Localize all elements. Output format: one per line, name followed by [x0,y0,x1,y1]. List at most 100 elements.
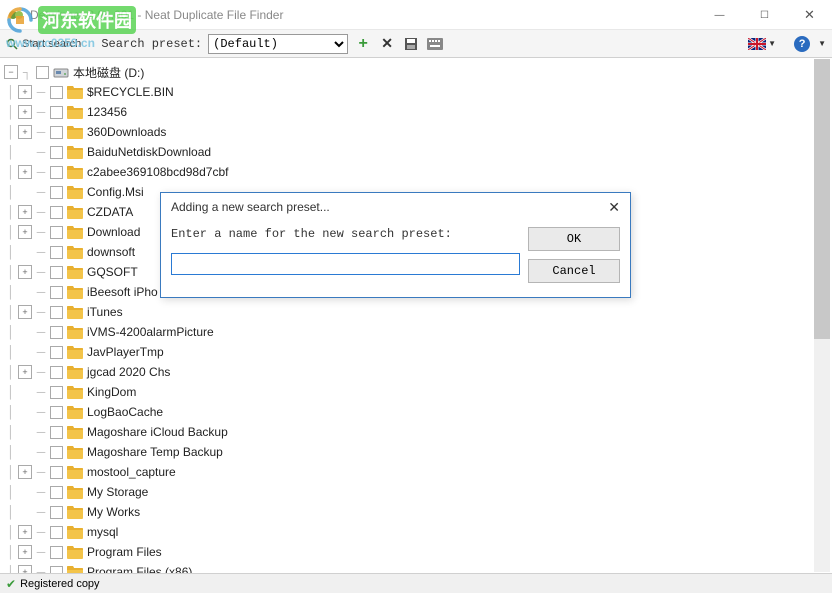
expand-icon[interactable] [18,385,32,399]
checkbox[interactable] [50,146,63,159]
checkbox[interactable] [50,546,63,559]
folder-icon [67,226,83,239]
tree-item[interactable]: │+─123456 [0,102,832,122]
preset-name-input[interactable] [171,253,520,275]
expand-icon[interactable]: + [18,125,32,139]
expand-icon[interactable] [18,245,32,259]
scrollbar-thumb[interactable] [814,59,830,339]
expand-icon[interactable] [18,405,32,419]
checkbox[interactable] [50,226,63,239]
checkbox[interactable] [50,446,63,459]
start-search-button[interactable]: Start search [6,38,81,50]
expand-icon[interactable]: + [18,205,32,219]
tree-item[interactable]: │─BaiduNetdiskDownload [0,142,832,162]
expand-icon[interactable]: + [18,365,32,379]
minimize-button[interactable]: — [697,0,742,30]
expand-icon[interactable] [18,425,32,439]
expand-icon[interactable]: + [18,565,32,573]
cancel-button[interactable]: Cancel [528,259,620,283]
checkbox[interactable] [50,246,63,259]
vertical-scrollbar[interactable] [814,59,830,572]
expand-icon[interactable]: + [18,105,32,119]
tree-item[interactable]: │+─Program Files (x86) [0,562,832,573]
checkbox[interactable] [50,106,63,119]
checkbox[interactable] [50,266,63,279]
ok-button[interactable]: OK [528,227,620,251]
drive-icon [53,65,69,79]
checkbox[interactable] [50,506,63,519]
tree-item[interactable]: │─KingDom [0,382,832,402]
collapse-icon[interactable]: − [4,65,18,79]
checkbox[interactable] [50,306,63,319]
tree-item[interactable]: │+─mysql [0,522,832,542]
checkbox[interactable] [50,186,63,199]
delete-preset-button[interactable]: ✕ [378,35,396,53]
language-button[interactable]: ▼ [748,38,776,50]
window-controls: — ☐ ✕ [697,0,832,30]
tree-item-label: c2abee369108bcd98d7cbf [87,165,228,179]
chevron-down-icon: ▼ [768,39,776,48]
close-button[interactable]: ✕ [787,0,832,30]
folder-icon [67,406,83,419]
expand-icon[interactable]: + [18,165,32,179]
tree-item[interactable]: │─My Works [0,502,832,522]
expand-icon[interactable] [18,485,32,499]
expand-icon[interactable] [18,445,32,459]
checkbox[interactable] [50,86,63,99]
tree-item[interactable]: │─iVMS-4200alarmPicture [0,322,832,342]
checkbox[interactable] [50,526,63,539]
checkbox[interactable] [50,286,63,299]
tree-item[interactable]: │+─c2abee369108bcd98d7cbf [0,162,832,182]
checkbox[interactable] [50,426,63,439]
checkbox[interactable] [50,466,63,479]
save-button[interactable] [402,35,420,53]
tree-item[interactable]: │+─Program Files [0,542,832,562]
expand-icon[interactable] [18,505,32,519]
checkbox[interactable] [50,366,63,379]
tree-item[interactable]: │─Magoshare Temp Backup [0,442,832,462]
tree-item-label: mostool_capture [87,465,176,479]
checkbox[interactable] [36,66,49,79]
folder-icon [67,466,83,479]
expand-icon[interactable] [18,185,32,199]
expand-icon[interactable]: + [18,465,32,479]
expand-icon[interactable]: + [18,265,32,279]
expand-icon[interactable]: + [18,305,32,319]
tree-item[interactable]: │+─jgcad 2020 Chs [0,362,832,382]
tree-item[interactable]: │─Magoshare iCloud Backup [0,422,832,442]
checkbox[interactable] [50,566,63,574]
tree-item[interactable]: │+─360Downloads [0,122,832,142]
tree-item[interactable]: │+─$RECYCLE.BIN [0,82,832,102]
dialog-close-button[interactable]: ✕ [608,199,620,216]
checkbox[interactable] [50,166,63,179]
expand-icon[interactable] [18,345,32,359]
tree-item[interactable]: │+─iTunes [0,302,832,322]
expand-icon[interactable]: + [18,545,32,559]
tree-item-label: Config.Msi [87,185,144,199]
keyboard-button[interactable] [426,35,444,53]
tree-item[interactable]: │─LogBaoCache [0,402,832,422]
help-button[interactable]: ? [794,36,810,52]
add-preset-button[interactable]: + [354,35,372,53]
expand-icon[interactable] [18,145,32,159]
checkbox[interactable] [50,346,63,359]
expand-icon[interactable] [18,325,32,339]
checkbox[interactable] [50,126,63,139]
search-preset-select[interactable]: (Default) [208,34,348,54]
expand-icon[interactable]: + [18,85,32,99]
checkbox[interactable] [50,386,63,399]
checkbox[interactable] [50,486,63,499]
expand-icon[interactable]: + [18,225,32,239]
expand-icon[interactable]: + [18,525,32,539]
tree-item[interactable]: │─My Storage [0,482,832,502]
expand-icon[interactable] [18,285,32,299]
maximize-button[interactable]: ☐ [742,0,787,30]
tree-item[interactable]: │─JavPlayerTmp [0,342,832,362]
tree-root[interactable]: − ┐ 本地磁盘 (D:) [0,62,832,82]
checkbox[interactable] [50,326,63,339]
dialog-title: Adding a new search preset... [171,200,330,214]
tree-item-label: Program Files (x86) [87,565,192,573]
checkbox[interactable] [50,206,63,219]
tree-item[interactable]: │+─mostool_capture [0,462,832,482]
checkbox[interactable] [50,406,63,419]
